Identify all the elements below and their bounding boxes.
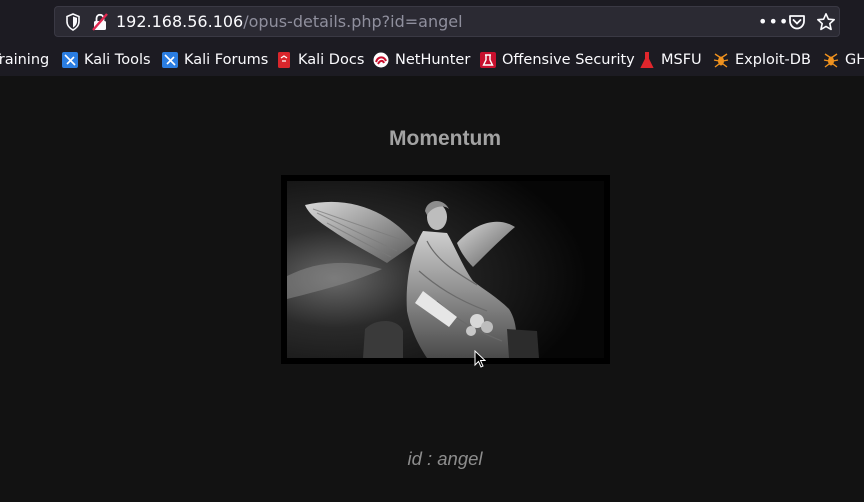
bookmark-label: MSFU (661, 52, 702, 68)
page-title: Momentum (389, 127, 501, 150)
bookmark-label: Kali Forums (184, 52, 269, 68)
bookmark-label: Training (0, 52, 50, 68)
mouse-cursor-icon (474, 350, 486, 368)
bookmark-label: Kali Docs (298, 52, 365, 68)
page-actions-menu-icon[interactable]: ••• (758, 14, 789, 30)
url-host: 192.168.56.106 (116, 12, 244, 31)
docs-icon (278, 52, 290, 68)
tracking-protection-shield-icon[interactable] (65, 13, 81, 31)
bookmark-offensive-security[interactable]: Offensive Security (480, 51, 635, 69)
angel-statue-image (287, 181, 604, 358)
bookmark-label: NetHunter (395, 52, 471, 68)
msfu-icon (640, 52, 654, 68)
bookmark-training[interactable]: Training (0, 51, 49, 69)
bookmark-msfu[interactable]: MSFU (639, 51, 702, 69)
bookmark-kali-tools[interactable]: Kali Tools (62, 51, 151, 69)
bookmark-label: Kali Tools (84, 52, 151, 68)
toolbar: 192.168.56.106/opus-details.php?id=angel… (0, 0, 864, 44)
bookmarks-toolbar: Training Kali Tools Kali Forums Kali Doc… (0, 44, 864, 76)
pocket-icon[interactable] (788, 13, 806, 31)
bookmark-star-icon[interactable] (816, 12, 836, 32)
bookmark-kali-forums[interactable]: Kali Forums (162, 51, 268, 69)
url-path: /opus-details.php?id=angel (243, 12, 463, 31)
bookmark-gh[interactable]: GH (823, 51, 864, 69)
address-bar[interactable]: 192.168.56.106/opus-details.php?id=angel… (54, 6, 840, 37)
bookmark-label: Exploit-DB (735, 52, 811, 68)
bookmark-nethunter[interactable]: NetHunter (373, 51, 470, 69)
bookmark-exploit-db[interactable]: Exploit-DB (713, 51, 811, 69)
bookmark-label: Offensive Security (502, 52, 635, 68)
url-text[interactable]: 192.168.56.106/opus-details.php?id=angel (116, 11, 463, 33)
bookmark-label: GH (845, 52, 864, 68)
exploitdb-icon (713, 53, 729, 68)
image-caption: id : angel (407, 448, 483, 469)
image-frame (281, 175, 610, 364)
insecure-lock-icon[interactable] (91, 13, 109, 31)
bookmark-kali-docs[interactable]: Kali Docs (276, 51, 364, 69)
exploitdb-icon (823, 53, 839, 68)
offsec-icon (480, 52, 496, 68)
kali-icon (62, 52, 78, 68)
nethunter-icon (373, 52, 389, 68)
kali-icon (162, 52, 178, 68)
